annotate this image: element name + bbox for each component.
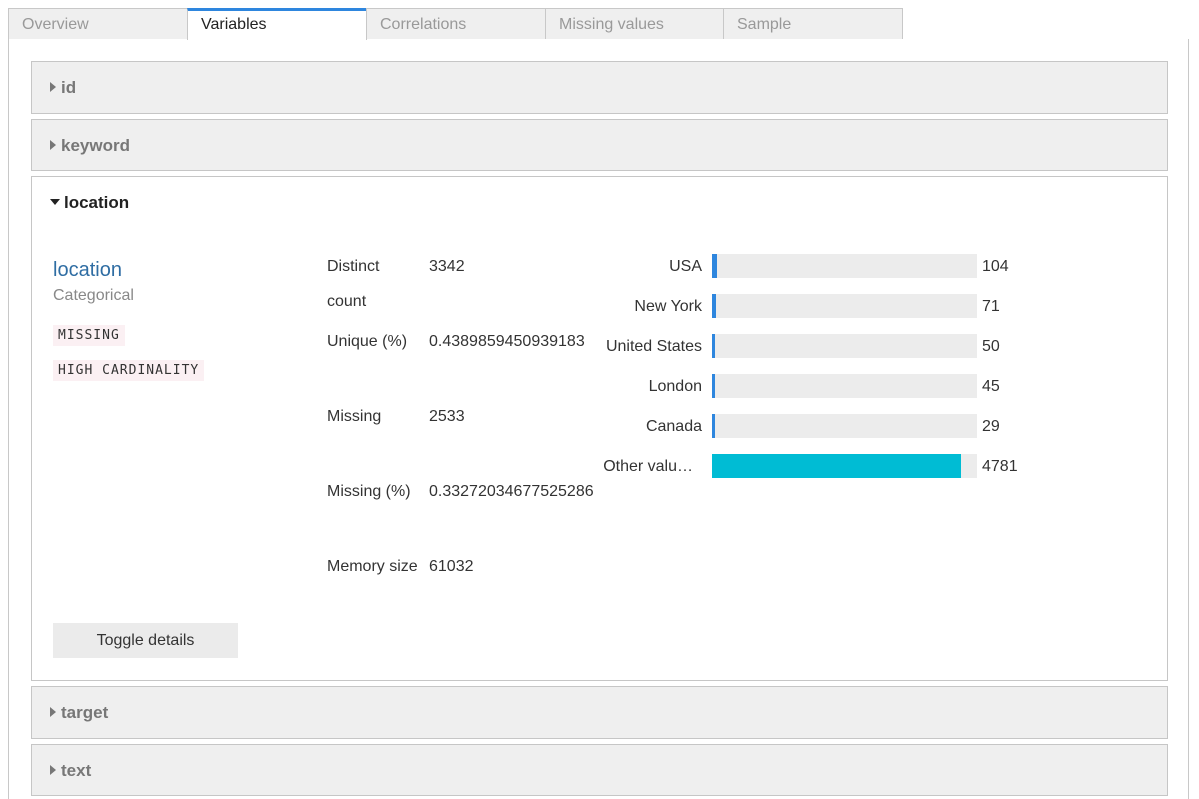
tab-missing-values[interactable]: Missing values — [545, 8, 724, 39]
memory-size-label: Memory size — [327, 558, 418, 575]
tab-label: Sample — [737, 16, 792, 33]
bar-fill — [712, 254, 717, 278]
missing-badge: MISSING — [53, 325, 125, 346]
section-header[interactable]: keyword — [32, 120, 1167, 171]
bar-count: 45 — [982, 378, 1000, 395]
section-header[interactable]: id — [32, 62, 1167, 113]
bar-fill — [712, 374, 715, 398]
tab-label: Overview — [22, 16, 89, 33]
tab-variables[interactable]: Variables — [187, 8, 367, 40]
tab-sample[interactable]: Sample — [723, 8, 903, 39]
bar-count: 29 — [982, 418, 1000, 435]
bar-fill — [712, 294, 716, 318]
bar-label: Other valu… — [603, 458, 693, 475]
variable-type: Categorical — [53, 287, 134, 304]
bar-count: 71 — [982, 298, 1000, 315]
missing-pct-label: Missing (%) — [327, 483, 411, 500]
bar-count: 4781 — [982, 458, 1018, 475]
bar-label: USA — [669, 258, 702, 275]
tab-label: Variables — [201, 16, 267, 33]
bar-fill — [712, 454, 961, 478]
bar-track — [712, 454, 977, 478]
tab-correlations[interactable]: Correlations — [366, 8, 546, 39]
section-title: id — [61, 78, 77, 97]
bar-label: United States — [605, 338, 702, 355]
section-header[interactable]: text — [32, 745, 1167, 796]
bar-label: London — [648, 378, 702, 395]
distinct-value: 3342 — [429, 258, 465, 275]
variable-section-target[interactable]: target — [31, 686, 1168, 739]
unique-label: Unique (%) — [327, 333, 408, 350]
caret-right-icon — [50, 140, 56, 150]
variable-name-link[interactable]: location — [53, 259, 122, 282]
distinct-label-line2: count — [327, 293, 367, 310]
bar-fill — [712, 334, 715, 358]
caret-right-icon — [50, 707, 56, 717]
caret-right-icon — [50, 82, 56, 92]
bar-count: 50 — [982, 338, 1000, 355]
tab-label: Correlations — [380, 16, 467, 33]
bar-track — [712, 414, 977, 438]
bar-fill — [712, 414, 715, 438]
missing-label: Missing — [327, 408, 382, 425]
caret-down-icon — [50, 199, 60, 205]
tab-label: Missing values — [559, 16, 664, 33]
distinct-label: Distinct — [327, 258, 380, 275]
tab-overview[interactable]: Overview — [8, 8, 188, 39]
variable-section-keyword[interactable]: keyword — [31, 119, 1168, 171]
missing-value: 2533 — [429, 408, 465, 425]
bar-label: Canada — [645, 418, 702, 435]
bar-track — [712, 334, 977, 358]
section-header[interactable]: target — [32, 687, 1167, 738]
caret-right-icon — [50, 765, 56, 775]
variable-section-id[interactable]: id — [31, 61, 1168, 114]
section-title: keyword — [61, 136, 130, 155]
variable-section-location: location location Categorical MISSING HI… — [31, 176, 1168, 681]
high-cardinality-badge: HIGH CARDINALITY — [53, 360, 205, 381]
bar-count: 104 — [982, 258, 1009, 275]
bar-track — [712, 294, 977, 318]
bar-label: New York — [634, 298, 702, 315]
variable-section-text[interactable]: text — [31, 744, 1168, 796]
section-title: target — [61, 703, 109, 722]
bar-track — [712, 374, 977, 398]
memory-size-value: 61032 — [429, 558, 474, 575]
missing-pct-value: 0.33272034677525286 — [429, 483, 594, 500]
section-title: location — [64, 193, 130, 212]
section-title: text — [61, 761, 92, 780]
toggle-details-button[interactable]: Toggle details — [53, 623, 238, 658]
section-header[interactable]: location — [32, 177, 1167, 228]
bar-track — [712, 254, 977, 278]
